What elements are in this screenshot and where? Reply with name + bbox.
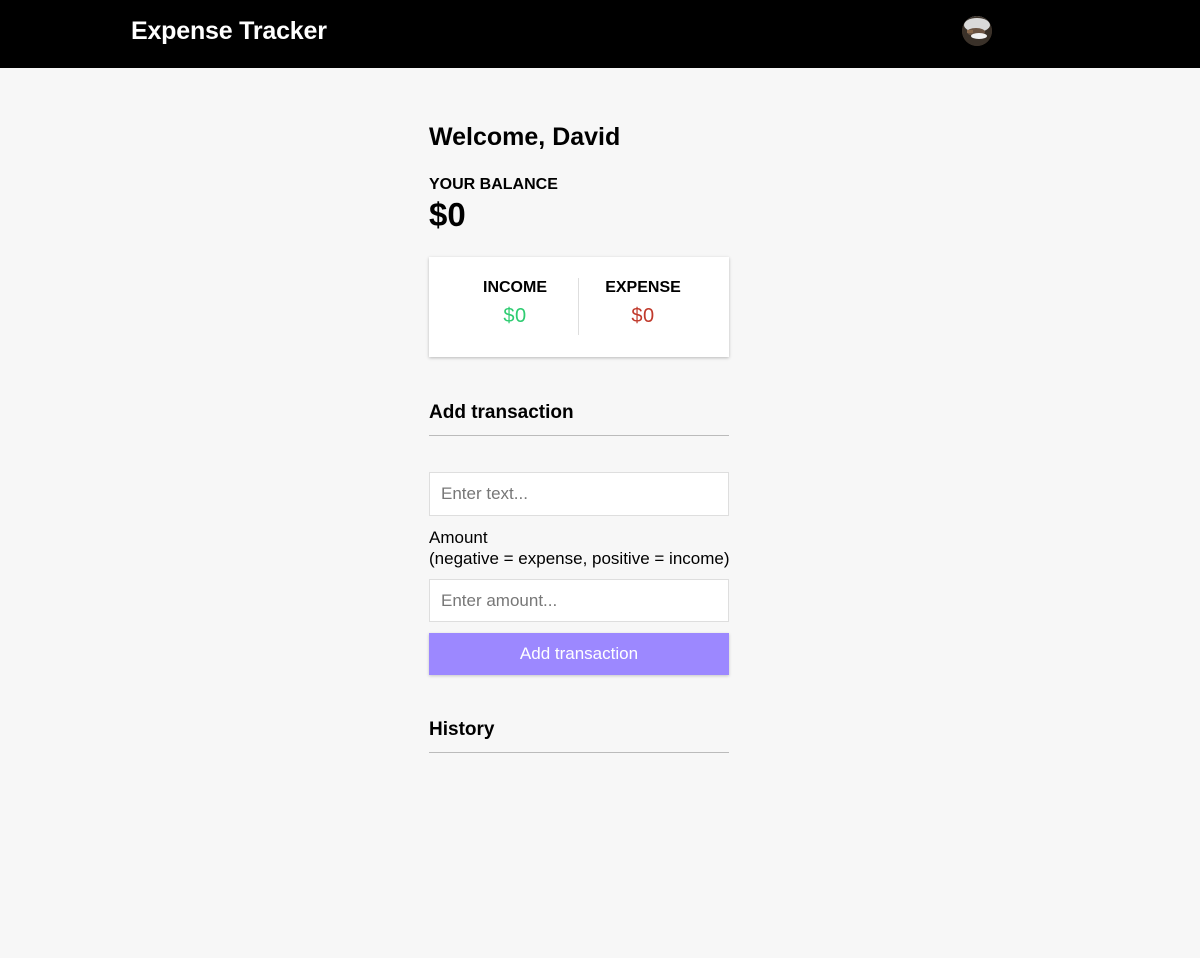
expense-summary: EXPENSE $0 bbox=[568, 277, 718, 328]
balance-label: YOUR BALANCE bbox=[429, 176, 558, 193]
history-heading: History bbox=[429, 718, 729, 753]
amount-label-hint: (negative = expense, positive = income) bbox=[429, 549, 730, 568]
avatar-image-icon bbox=[962, 16, 992, 46]
add-transaction-button[interactable]: Add transaction bbox=[429, 633, 729, 675]
balance-value: $0 bbox=[429, 196, 466, 233]
amount-label-title: Amount bbox=[429, 528, 488, 547]
transaction-text-input[interactable] bbox=[429, 472, 729, 516]
amount-label: Amount (negative = expense, positive = i… bbox=[429, 527, 730, 569]
welcome-heading: Welcome, David bbox=[429, 123, 621, 151]
transaction-amount-input[interactable] bbox=[429, 579, 729, 622]
expense-amount: $0 bbox=[631, 305, 655, 327]
income-expense-card: INCOME $0 EXPENSE $0 bbox=[429, 257, 729, 357]
top-navbar: Expense Tracker bbox=[0, 0, 1200, 68]
app-title: Expense Tracker bbox=[131, 17, 327, 45]
add-transaction-heading: Add transaction bbox=[429, 401, 729, 436]
user-avatar-icon[interactable] bbox=[962, 16, 992, 46]
expense-label: EXPENSE bbox=[605, 279, 681, 296]
